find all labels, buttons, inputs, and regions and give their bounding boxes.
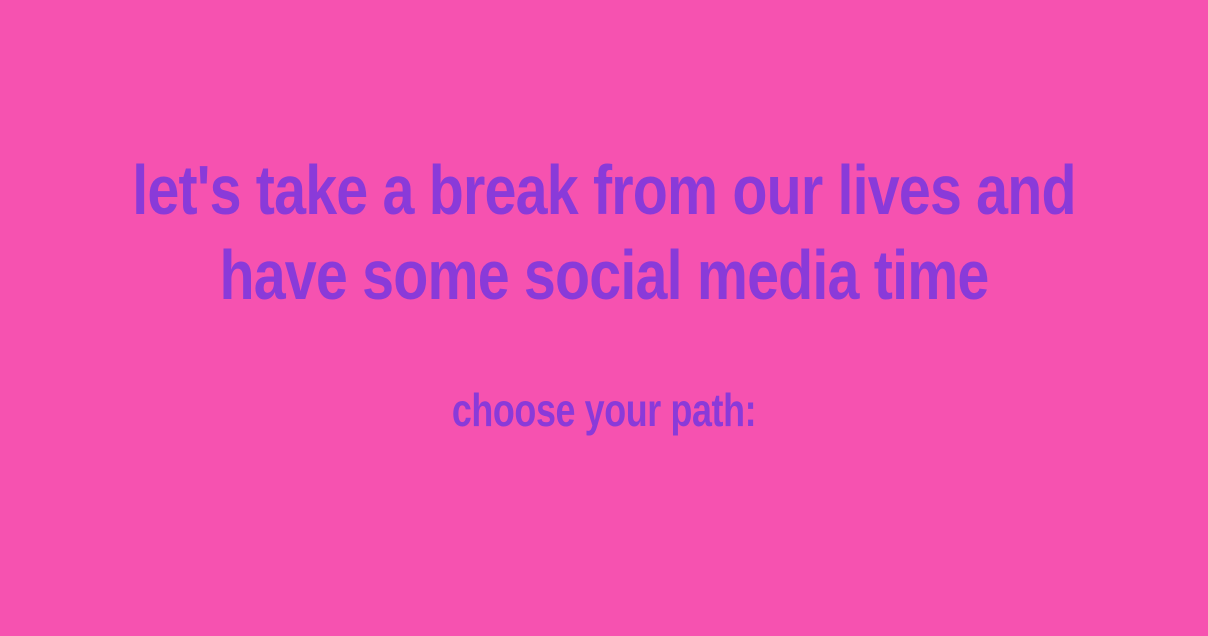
landing-page: let's take a break from our lives and ha…	[0, 0, 1208, 636]
choose-path-prompt: choose your path:	[451, 384, 757, 436]
headline-line-2: have some social media time	[219, 236, 989, 314]
headline-line-1: let's take a break from our lives and	[132, 151, 1076, 229]
page-headline: let's take a break from our lives and ha…	[109, 148, 1100, 318]
